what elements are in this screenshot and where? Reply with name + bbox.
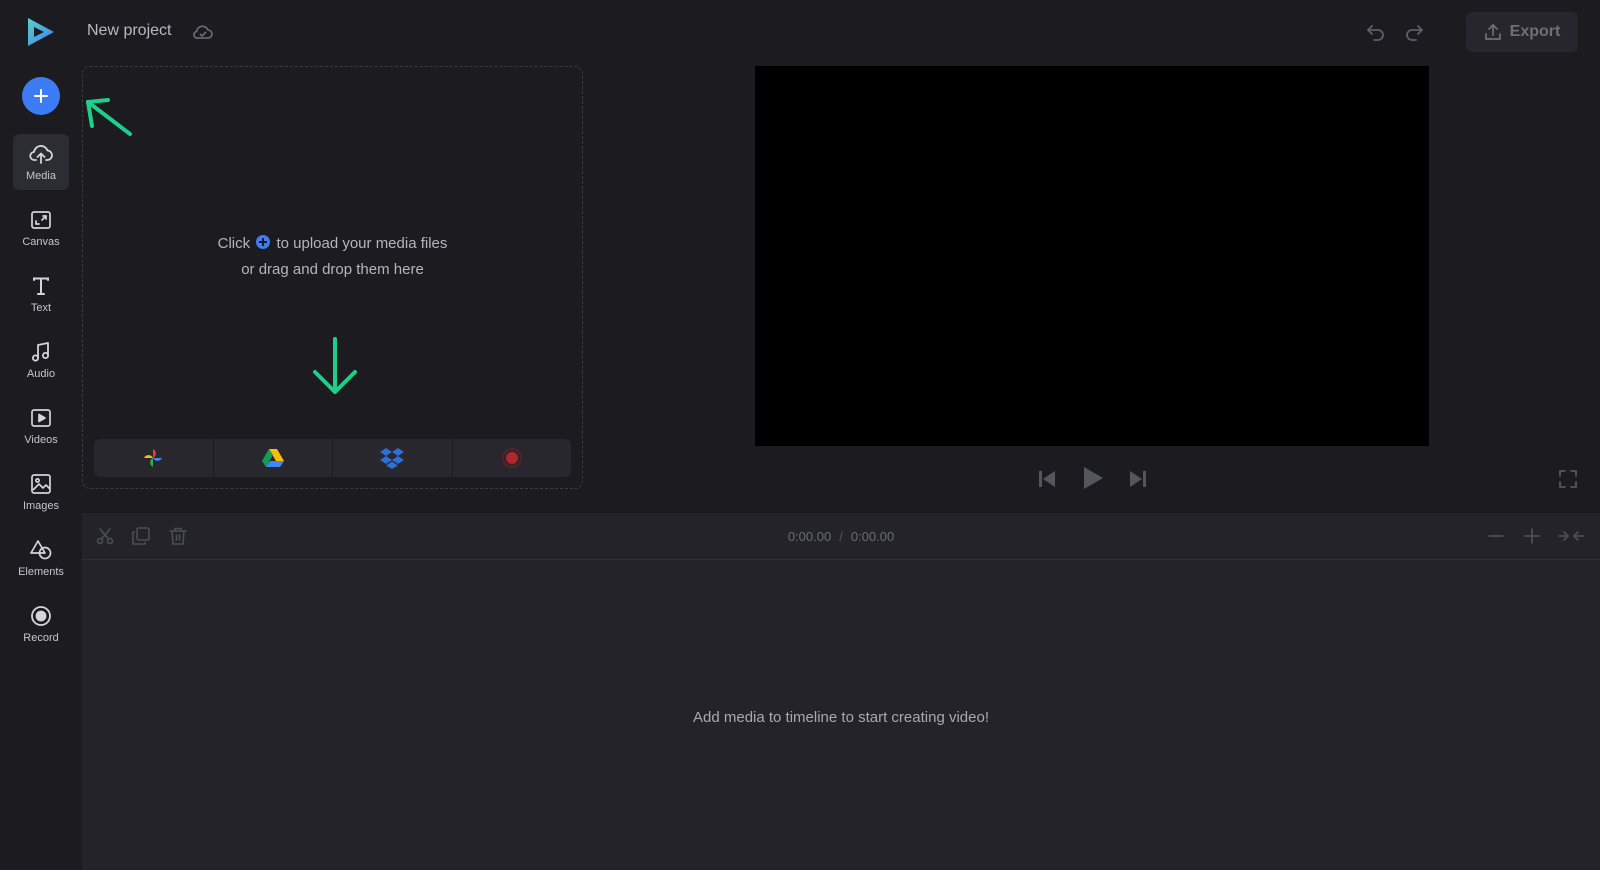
google-drive-button[interactable] (214, 439, 333, 477)
sidebar-item-record[interactable]: Record (13, 596, 69, 652)
upload-instructions: Click to upload your media files or drag… (83, 231, 582, 283)
app-logo-icon[interactable] (22, 14, 58, 50)
total-time: 0:00.00 (850, 529, 895, 544)
record-screen-button[interactable] (453, 439, 572, 477)
timeline-toolbar: 0:00.00 / 0:00.00 (82, 513, 1600, 560)
export-button[interactable]: Export (1466, 12, 1578, 52)
app-window: New project Export Media Canvas Text Aud… (0, 0, 1600, 870)
undo-button[interactable] (1364, 20, 1388, 44)
time-display: 0:00.00 / 0:00.00 (82, 529, 1600, 544)
sidebar-item-media[interactable]: Media (13, 134, 69, 190)
time-separator: / (839, 529, 843, 544)
upload-text-drag: or drag and drop them here (241, 261, 424, 278)
sidebar-item-videos[interactable]: Videos (13, 398, 69, 454)
zoom-in-icon[interactable] (1522, 526, 1542, 546)
sidebar-item-label: Media (26, 169, 56, 182)
skip-back-icon[interactable] (1036, 468, 1058, 490)
media-drop-zone[interactable]: Click to upload your media files or drag… (82, 66, 583, 489)
hint-arrow-down-icon (313, 337, 357, 394)
skip-forward-icon[interactable] (1127, 468, 1149, 490)
upload-text-rest: to upload your media files (276, 235, 448, 252)
fullscreen-icon[interactable] (1558, 469, 1578, 489)
project-title[interactable]: New project (87, 22, 171, 40)
sidebar-item-label: Audio (26, 367, 56, 380)
upload-sources-bar (94, 439, 571, 477)
video-preview[interactable] (755, 66, 1429, 446)
text-icon (33, 277, 49, 295)
dropbox-button[interactable] (333, 439, 453, 477)
sidebar-item-canvas[interactable]: Canvas (13, 200, 69, 256)
shapes-icon (30, 539, 52, 559)
play-icon[interactable] (1081, 465, 1105, 491)
sidebar-item-audio[interactable]: Audio (13, 332, 69, 388)
redo-button[interactable] (1402, 20, 1426, 44)
dropbox-icon (380, 448, 405, 469)
image-icon (31, 473, 51, 494)
top-bar: New project Export (0, 0, 1600, 64)
upload-text-click: Click (217, 235, 251, 252)
timeline-empty-message: Add media to timeline to start creating … (693, 709, 989, 726)
google-photos-icon (144, 449, 163, 467)
add-media-button[interactable] (22, 77, 60, 115)
cloud-saved-icon (193, 25, 213, 39)
sidebar-item-text[interactable]: Text (13, 266, 69, 322)
sidebar-item-label: Record (23, 631, 59, 644)
record-icon (31, 605, 51, 626)
timeline-panel[interactable]: 0:00.00 / 0:00.00 Add media to timeline to… (82, 513, 1600, 870)
sidebar-item-label: Canvas (22, 235, 60, 248)
export-label: Export (1509, 23, 1561, 40)
plus-icon (34, 89, 48, 103)
google-drive-icon (261, 449, 284, 467)
sidebar-item-elements[interactable]: Elements (13, 530, 69, 586)
music-note-icon (32, 341, 49, 361)
current-time: 0:00.00 (787, 529, 832, 544)
hint-arrow-up-left-icon (86, 98, 132, 136)
record-screen-icon (501, 448, 522, 468)
zoom-out-icon[interactable] (1486, 526, 1506, 546)
sidebar-item-label: Images (22, 499, 60, 512)
inline-plus-icon (256, 235, 271, 249)
sidebar-item-label: Text (30, 301, 52, 314)
sidebar-item-label: Elements (18, 565, 64, 578)
export-upload-icon (1484, 24, 1501, 40)
sidebar-item-label: Videos (24, 433, 58, 446)
sidebar-item-images[interactable]: Images (13, 464, 69, 520)
fit-to-screen-icon[interactable] (1558, 526, 1584, 546)
video-play-icon (31, 408, 51, 427)
upload-cloud-icon (29, 144, 53, 164)
google-photos-button[interactable] (94, 439, 214, 477)
canvas-resize-icon (31, 210, 51, 229)
